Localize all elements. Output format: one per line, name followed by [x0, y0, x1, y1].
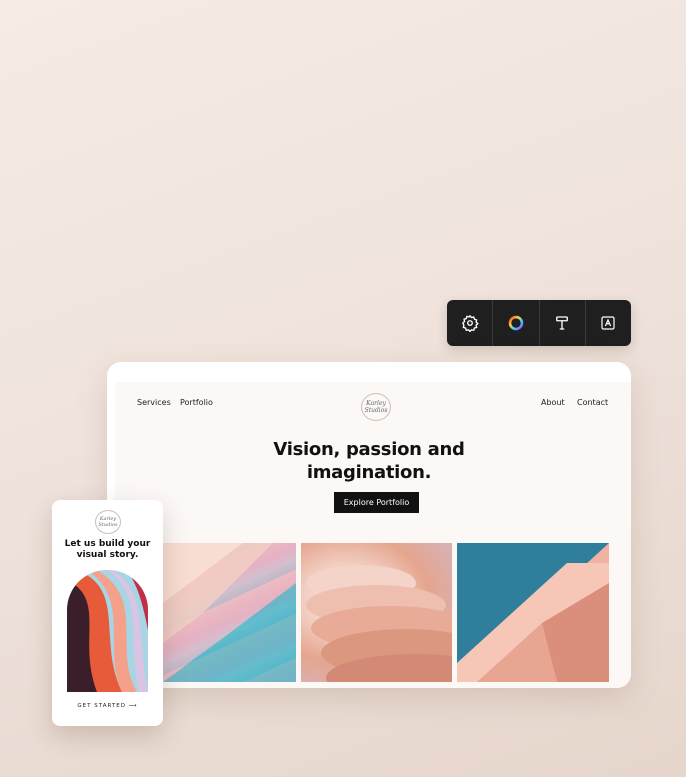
portfolio-image-1[interactable]: [163, 543, 296, 682]
get-started-link[interactable]: GET STARTED ⟶: [52, 703, 163, 709]
mobile-site-logo[interactable]: Karley Studios: [95, 510, 121, 534]
website-canvas: Services Portfolio Karley Studios About …: [115, 382, 631, 688]
color-wheel-icon: [508, 315, 524, 331]
site-logo[interactable]: Karley Studios: [361, 393, 391, 421]
text-style-button[interactable]: [540, 300, 586, 346]
mobile-preview: Karley Studios Let us build your visual …: [52, 500, 163, 726]
hero-title-line2: imagination.: [306, 462, 432, 483]
mobile-title-line2: visual story.: [76, 550, 139, 560]
hero-title: Vision, passion and imagination.: [115, 438, 623, 484]
text-style-icon: [556, 316, 569, 330]
explore-portfolio-button[interactable]: Explore Portfolio: [334, 492, 419, 513]
settings-button[interactable]: [447, 300, 494, 346]
portfolio-image-2[interactable]: [301, 543, 452, 682]
nav-link-portfolio[interactable]: Portfolio: [180, 398, 213, 407]
mobile-hero-title: Let us build your visual story.: [58, 539, 157, 561]
layered-paper-art: [163, 543, 296, 682]
mobile-title-line1: Let us build your: [64, 539, 151, 549]
portfolio-image-3[interactable]: [457, 543, 609, 682]
gear-icon: [461, 314, 479, 332]
mobile-hero-image: [67, 570, 148, 692]
nav-link-about[interactable]: About: [541, 398, 565, 407]
nav-link-services[interactable]: Services: [137, 398, 171, 407]
font-icon: [601, 316, 615, 330]
font-button[interactable]: [586, 300, 631, 346]
architecture-art: [457, 543, 609, 682]
design-toolbar: [447, 300, 631, 346]
abstract-swirl-art: [67, 570, 148, 692]
desktop-preview: Services Portfolio Karley Studios About …: [107, 362, 631, 688]
nav-link-contact[interactable]: Contact: [577, 398, 608, 407]
color-button[interactable]: [493, 300, 540, 346]
hero-title-line1: Vision, passion and: [273, 439, 465, 460]
spiral-sculpture-art: [306, 565, 452, 682]
